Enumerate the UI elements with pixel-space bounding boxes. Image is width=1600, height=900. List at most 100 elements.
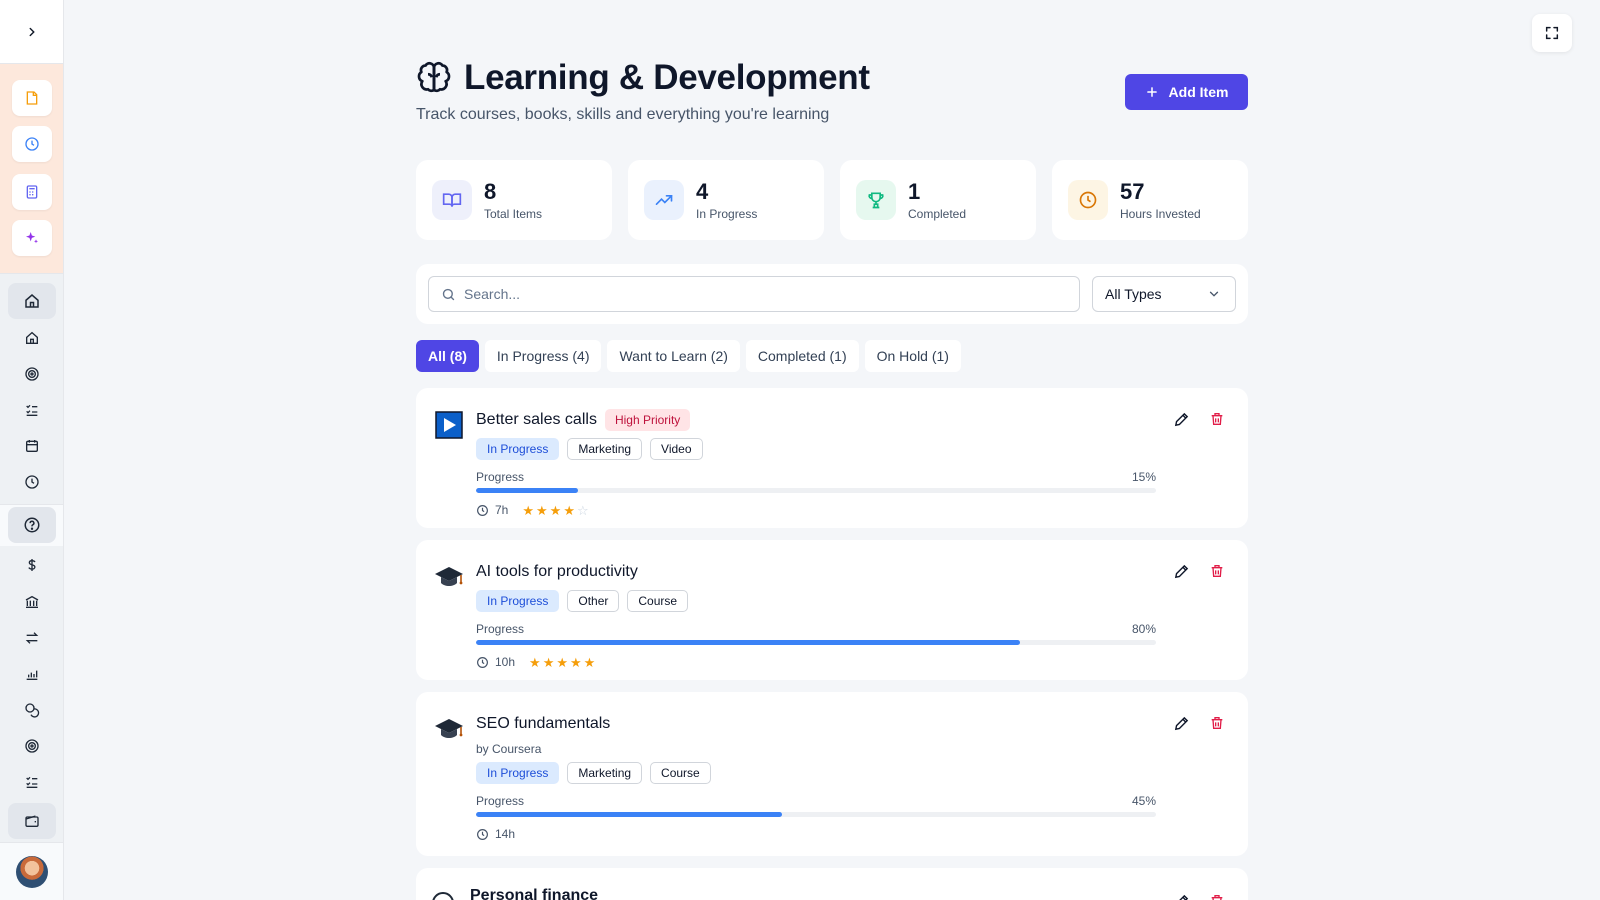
page-title: Learning & Development: [464, 58, 870, 97]
list-item[interactable]: Better sales calls High Priority In Prog…: [416, 388, 1248, 528]
trophy-icon: [856, 180, 896, 220]
add-item-button[interactable]: Add Item: [1125, 74, 1248, 110]
edit-button[interactable]: [1172, 562, 1190, 580]
edit-button[interactable]: [1172, 410, 1190, 428]
chart-icon: [26, 670, 38, 680]
quick-timer-button[interactable]: [12, 126, 52, 162]
stat-label: Hours Invested: [1120, 206, 1201, 221]
progress-fill: [476, 488, 578, 493]
edit-button[interactable]: [1172, 714, 1190, 732]
type-filter-select[interactable]: All Types: [1092, 276, 1236, 312]
item-title: AI tools for productivity: [476, 563, 638, 580]
fullscreen-button[interactable]: [1532, 14, 1572, 52]
progress-fill: [476, 812, 782, 817]
wallet-icon: [25, 815, 39, 827]
target-icon: [25, 367, 39, 381]
quick-notes-button[interactable]: [12, 80, 52, 116]
type-tag: Video: [650, 438, 703, 460]
item-author: by Coursera: [476, 742, 542, 756]
progress-label: Progress: [476, 794, 525, 808]
sidebar-item-calendar[interactable]: [8, 428, 56, 464]
quick-ai-button[interactable]: [12, 220, 52, 256]
star-icon: ★: [570, 654, 582, 670]
sidebar-item-budget[interactable]: [8, 764, 56, 800]
tab-on-hold[interactable]: On Hold (1): [864, 340, 961, 372]
type-filter-value: All Types: [1105, 286, 1162, 302]
tab-want-to-learn[interactable]: Want to Learn (2): [607, 340, 740, 372]
category-tag: Marketing: [567, 438, 643, 460]
sidebar-item-wallet[interactable]: [8, 803, 56, 839]
item-title: SEO fundamentals: [476, 715, 611, 732]
list-item[interactable]: AI tools for productivity In Progress Ot…: [416, 540, 1248, 680]
sidebar-item-goals[interactable]: [8, 356, 56, 392]
sidebar-item-tasks[interactable]: [8, 392, 56, 428]
page-header: Learning & Development Track courses, bo…: [416, 58, 1248, 124]
stat-value: 4: [696, 178, 709, 204]
progress-percent: 45%: [1131, 794, 1156, 808]
calendar-icon: [26, 440, 38, 452]
hours-spent: 10h: [495, 655, 516, 669]
progress-percent: 15%: [1131, 470, 1156, 484]
progress-label: Progress: [476, 622, 525, 636]
page-subtitle: Track courses, books, skills and everyth…: [416, 106, 830, 123]
clock-icon: [25, 475, 39, 489]
stats-row: 8 Total Items 4 In Progress 1 Completed 57 H…: [416, 160, 1248, 240]
brain-icon: [417, 61, 451, 93]
tab-in-progress[interactable]: In Progress (4): [484, 340, 602, 372]
tab-completed[interactable]: Completed (1): [745, 340, 859, 372]
stat-hours-invested: 57 Hours Invested: [1052, 160, 1248, 240]
search-input[interactable]: Search...: [428, 276, 1080, 312]
type-tag: Course: [627, 590, 689, 612]
type-tag: Course: [650, 762, 711, 784]
category-tag: Other: [567, 590, 620, 612]
pencil-icon: [1174, 716, 1188, 730]
sidebar-item-transfers[interactable]: [8, 620, 56, 656]
file-icon: [26, 91, 38, 105]
tab-all[interactable]: All (8): [416, 340, 479, 372]
sidebar-item-finance[interactable]: [8, 547, 56, 583]
delete-button[interactable]: [1208, 562, 1226, 580]
avatar[interactable]: [16, 856, 48, 888]
list-item[interactable]: SEO fundamentals by Coursera In Progress…: [416, 692, 1248, 856]
delete-button[interactable]: [1208, 410, 1226, 428]
status-badge: In Progress: [476, 762, 560, 784]
status-badge: In Progress: [476, 438, 560, 460]
sidebar-item-help[interactable]: [8, 507, 56, 543]
hours-spent: 14h: [495, 827, 516, 841]
clock-icon: [1068, 180, 1108, 220]
quick-calculator-button[interactable]: [12, 174, 52, 210]
clock-icon: [477, 656, 488, 668]
progress-percent: 80%: [1131, 622, 1156, 636]
chevron-down-icon: [1209, 291, 1219, 297]
star-icon: ★: [522, 502, 535, 518]
plus-icon: [1146, 87, 1157, 97]
delete-button[interactable]: [1208, 714, 1226, 732]
book-open-icon: [432, 180, 472, 220]
trash-icon: [1211, 895, 1223, 900]
delete-button[interactable]: [1208, 892, 1226, 900]
sidebar-item-savings-goals[interactable]: [8, 728, 56, 764]
star-icon: ★: [529, 654, 541, 670]
pencil-icon: [1174, 412, 1188, 426]
home-icon: [25, 294, 39, 308]
list-checks-icon: [26, 404, 38, 416]
edit-button[interactable]: [1172, 892, 1190, 900]
status-tabs: All (8) In Progress (4) Want to Learn (2…: [416, 340, 961, 372]
sidebar-toggle[interactable]: [0, 0, 63, 64]
star-icon: ☆: [576, 502, 589, 518]
sidebar-item-time[interactable]: [8, 464, 56, 500]
sidebar-item-bank[interactable]: [8, 584, 56, 620]
trending-up-icon: [644, 180, 684, 220]
star-icon: ★: [556, 654, 568, 670]
trash-icon: [1211, 717, 1223, 729]
sidebar-item-coins[interactable]: [8, 692, 56, 728]
home-icon: [26, 331, 38, 344]
stat-total-items: 8 Total Items: [416, 160, 612, 240]
star-icon: ★: [549, 502, 562, 518]
list-item[interactable]: Personal finance: [416, 868, 1248, 900]
sidebar-item-dashboard[interactable]: [8, 283, 56, 319]
list-checks-icon: [26, 776, 38, 788]
help-circle-icon: [24, 517, 40, 533]
sidebar-item-analytics[interactable]: [8, 656, 56, 692]
sidebar-item-home[interactable]: [8, 320, 56, 356]
